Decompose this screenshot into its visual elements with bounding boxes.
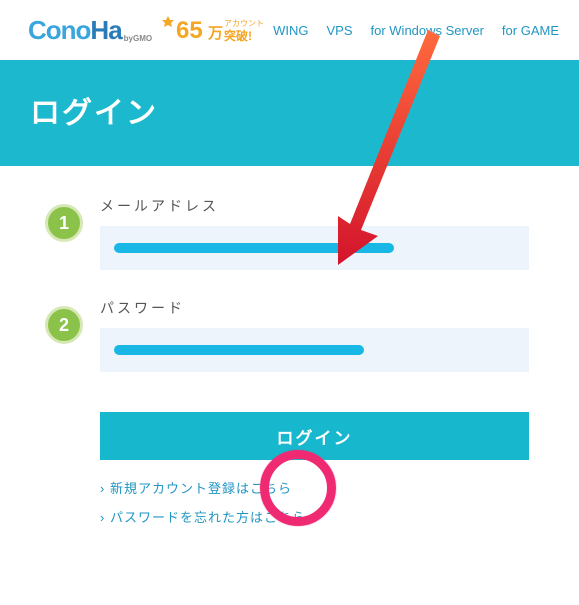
login-button[interactable]: ログイン (100, 412, 529, 460)
nav-windows-server[interactable]: for Windows Server (371, 23, 484, 38)
link-forgot-password[interactable]: パスワードを忘れた方はこちら (100, 507, 529, 526)
link-register[interactable]: 新規アカウント登録はこちら (100, 478, 529, 497)
hero: ログイン (0, 60, 579, 166)
field-password: 2 パスワード (50, 298, 529, 372)
svg-text:万: 万 (207, 25, 223, 42)
redacted-value (114, 243, 394, 253)
logo[interactable]: ConoHa byGMO (28, 15, 152, 46)
step-badge-2: 2 (45, 306, 83, 344)
page-title: ログイン (30, 88, 549, 132)
svg-text:65: 65 (176, 17, 203, 44)
label-password: パスワード (100, 298, 529, 318)
nav-vps[interactable]: VPS (326, 23, 352, 38)
svg-text:アカウント: アカウント (224, 19, 264, 28)
nav-wing[interactable]: WING (273, 23, 308, 38)
top-nav: WING VPS for Windows Server for GAME (273, 23, 569, 38)
svg-text:突破!: 突破! (224, 28, 252, 43)
step-badge-1: 1 (45, 204, 83, 242)
login-form: 1 メールアドレス 2 パスワード ログイン 新規アカウント登録はこちら パスワ… (0, 166, 579, 526)
redacted-value (114, 345, 364, 355)
email-input[interactable] (100, 226, 529, 270)
header: ConoHa byGMO 65 万 アカウント 突破! WING VPS for… (0, 0, 579, 60)
label-email: メールアドレス (100, 196, 529, 216)
nav-game[interactable]: for GAME (502, 23, 559, 38)
field-email: 1 メールアドレス (50, 196, 529, 270)
aux-links: 新規アカウント登録はこちら パスワードを忘れた方はこちら (100, 478, 529, 526)
logo-sub: byGMO (124, 34, 152, 43)
password-input[interactable] (100, 328, 529, 372)
account-count-badge: 65 万 アカウント 突破! (162, 12, 272, 48)
